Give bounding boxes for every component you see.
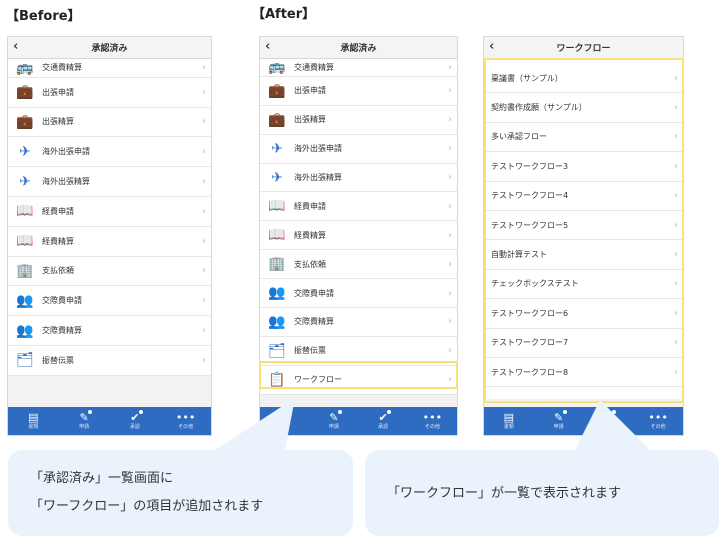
right-callout-pointer	[575, 400, 650, 450]
right-callout-text: 「ワークフロー」が一覧で表示されます	[387, 486, 622, 501]
left-callout-line2: 「ワーフクロー」の項目が追加されます	[30, 499, 264, 514]
left-callout-pointer	[215, 398, 295, 450]
right-callout: 「ワークフロー」が一覧で表示されます	[365, 450, 719, 536]
left-callout: 「承認済み」一覧画面に 「ワーフクロー」の項目が追加されます	[8, 450, 353, 536]
left-callout-line1: 「承認済み」一覧画面に	[30, 471, 174, 486]
